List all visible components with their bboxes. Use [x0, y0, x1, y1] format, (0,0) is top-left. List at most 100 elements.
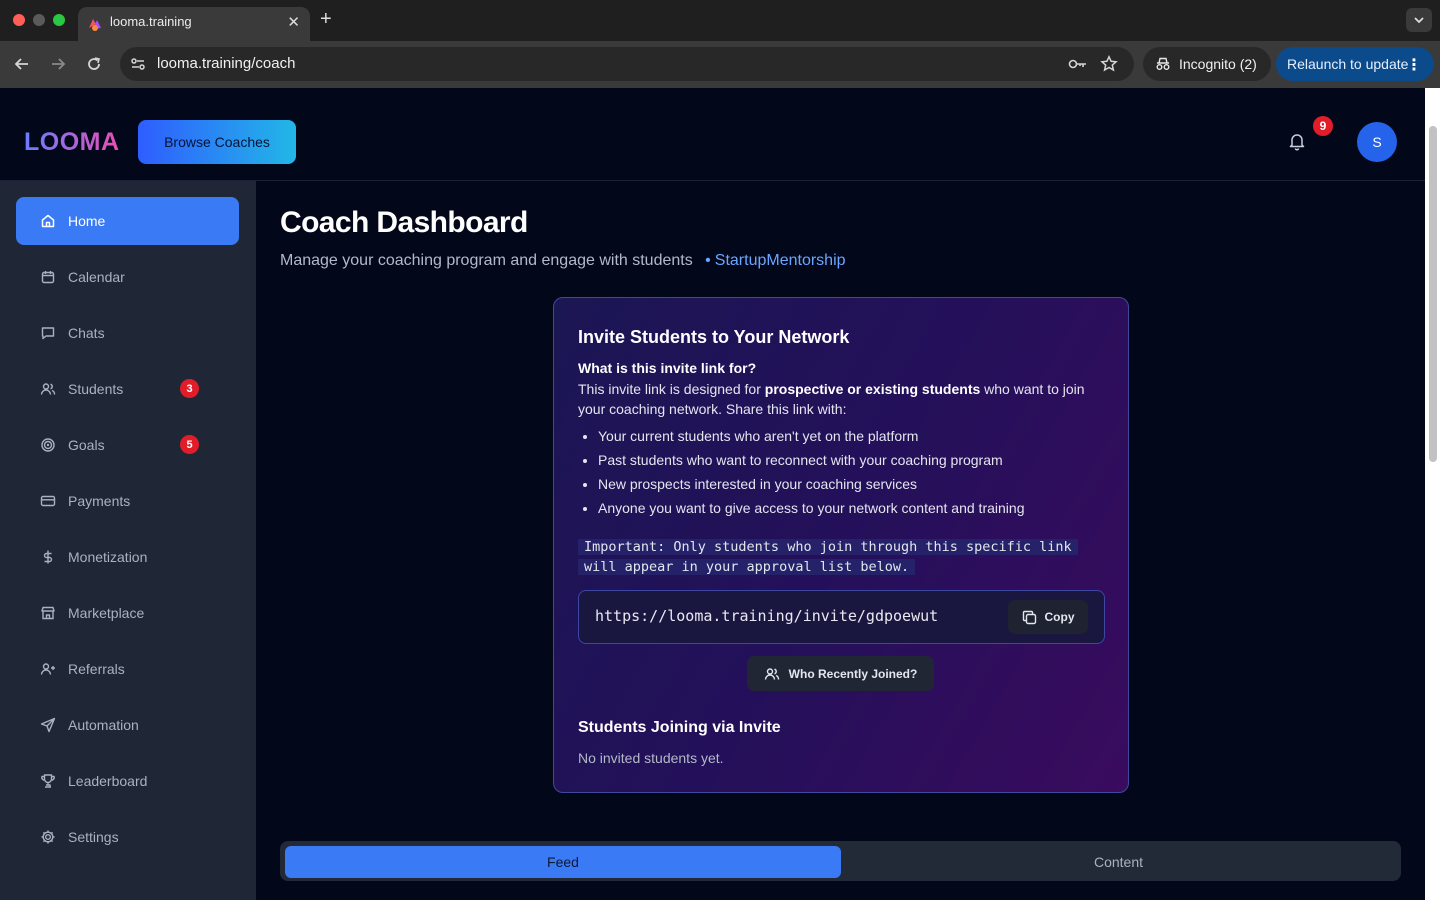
program-tag[interactable]: • StartupMentorship: [697, 252, 845, 269]
copy-label: Copy: [1044, 610, 1075, 624]
invite-card-title: Invite Students to Your Network: [578, 327, 850, 347]
relaunch-button[interactable]: Relaunch to update ⋮: [1276, 47, 1434, 81]
tab-close-icon[interactable]: ✕: [287, 13, 300, 31]
incognito-indicator[interactable]: Incognito (2): [1143, 47, 1271, 81]
chevron-down-icon: [1414, 17, 1424, 24]
sidebar-item-label: Goals: [68, 437, 105, 453]
list-item: Anyone you want to give access to your n…: [598, 498, 1108, 522]
back-icon[interactable]: [12, 54, 32, 74]
invite-desc-text: This invite link is designed for: [578, 381, 765, 397]
sidebar-item-label: Calendar: [68, 269, 125, 285]
joining-empty-state: No invited students yet.: [578, 750, 724, 766]
store-icon: [40, 605, 56, 621]
user-avatar[interactable]: S: [1357, 122, 1397, 162]
tab-search-button[interactable]: [1406, 8, 1432, 32]
site-settings-icon[interactable]: [129, 55, 147, 73]
users-icon: [40, 381, 56, 397]
browser-toolbar: looma.training/coach Incognito (2) Relau…: [0, 41, 1440, 88]
send-icon: [40, 717, 56, 733]
browser-tab-title: looma.training: [110, 14, 192, 29]
sidebar-item-label: Automation: [68, 717, 139, 733]
forward-icon[interactable]: [48, 54, 68, 74]
invite-card: Invite Students to Your Network What is …: [553, 297, 1129, 793]
relaunch-label: Relaunch to update: [1287, 56, 1409, 72]
reload-icon[interactable]: [84, 54, 104, 74]
sidebar-item-calendar[interactable]: Calendar: [16, 253, 239, 301]
incognito-label: Incognito (2): [1179, 56, 1257, 72]
address-bar-url: looma.training/coach: [157, 55, 296, 72]
sidebar-item-referrals[interactable]: Referrals: [16, 645, 239, 693]
tab-feed[interactable]: Feed: [285, 846, 841, 878]
page-subtitle: Manage your coaching program and engage …: [280, 252, 846, 270]
sidebar-item-monetization[interactable]: Monetization: [16, 533, 239, 581]
sidebar-item-label: Students: [68, 381, 124, 397]
sidebar-item-settings[interactable]: Settings: [16, 813, 239, 861]
goals-count-badge: 5: [180, 435, 199, 454]
sidebar-item-goals[interactable]: Goals 5: [16, 421, 239, 469]
sidebar-item-label: Monetization: [68, 549, 148, 565]
incognito-icon: [1156, 57, 1170, 70]
sidebar: Home Calendar Chats Students 3 Goals 5 P…: [0, 181, 256, 900]
more-vertical-icon[interactable]: ⋮: [1406, 55, 1422, 75]
invite-link-box: https://looma.training/invite/gdpoewut C…: [578, 590, 1105, 644]
window-close-button[interactable]: [13, 14, 25, 26]
sidebar-item-marketplace[interactable]: Marketplace: [16, 589, 239, 637]
looma-favicon-icon: [89, 19, 101, 31]
page-scrollbar-thumb[interactable]: [1429, 126, 1437, 462]
important-note-text: Important: Only students who join throug…: [578, 539, 1078, 575]
target-icon: [40, 437, 56, 453]
invite-description: This invite link is designed for prospec…: [578, 379, 1113, 419]
new-tab-icon[interactable]: +: [320, 8, 332, 31]
list-item: Your current students who aren't yet on …: [598, 426, 1108, 450]
page-subtitle-text: Manage your coaching program and engage …: [280, 252, 693, 269]
browser-tab[interactable]: looma.training ✕: [78, 7, 310, 41]
invite-desc-bold: prospective or existing students: [764, 381, 981, 397]
sidebar-item-label: Referrals: [68, 661, 125, 677]
sidebar-item-label: Chats: [68, 325, 105, 341]
password-key-icon[interactable]: [1068, 56, 1088, 72]
feed-content-tabs: Feed Content: [280, 841, 1401, 881]
copy-link-button[interactable]: Copy: [1008, 600, 1088, 634]
browser-tabstrip: looma.training ✕ +: [0, 0, 1440, 41]
home-icon: [40, 213, 56, 229]
dollar-icon: [40, 549, 56, 565]
tab-content[interactable]: Content: [841, 846, 1396, 878]
bookmark-star-icon[interactable]: [1100, 55, 1118, 73]
list-item: New prospects interested in your coachin…: [598, 474, 1108, 498]
recently-joined-label: Who Recently Joined?: [788, 666, 918, 681]
page-title: Coach Dashboard: [280, 206, 528, 239]
invite-link-url[interactable]: https://looma.training/invite/gdpoewut: [595, 607, 938, 625]
app-header: LOOMA Browse Coaches 9 S: [0, 88, 1425, 181]
sidebar-item-label: Settings: [68, 829, 119, 845]
window-zoom-button[interactable]: [53, 14, 65, 26]
gear-icon: [40, 829, 56, 845]
sidebar-item-automation[interactable]: Automation: [16, 701, 239, 749]
invite-audience-list: Your current students who aren't yet on …: [598, 426, 1108, 522]
sidebar-item-label: Leaderboard: [68, 773, 148, 789]
invite-question: What is this invite link for?: [578, 360, 757, 376]
sidebar-item-payments[interactable]: Payments: [16, 477, 239, 525]
sidebar-item-label: Home: [68, 213, 106, 229]
calendar-icon: [40, 269, 56, 285]
window-minimize-button[interactable]: [33, 14, 45, 26]
notification-badge: 9: [1313, 116, 1333, 136]
sidebar-item-label: Payments: [68, 493, 131, 509]
user-plus-icon: [40, 661, 56, 677]
sidebar-item-chats[interactable]: Chats: [16, 309, 239, 357]
sidebar-item-home[interactable]: Home: [16, 197, 239, 245]
users-icon: [764, 667, 779, 680]
recently-joined-button[interactable]: Who Recently Joined?: [747, 656, 934, 691]
sidebar-item-leaderboard[interactable]: Leaderboard: [16, 757, 239, 805]
sidebar-item-students[interactable]: Students 3: [16, 365, 239, 413]
browse-coaches-button[interactable]: Browse Coaches: [138, 120, 296, 164]
important-note: Important: Only students who join throug…: [578, 537, 1103, 577]
list-item: Past students who want to reconnect with…: [598, 450, 1108, 474]
looma-logo[interactable]: LOOMA: [24, 128, 120, 157]
chat-icon: [40, 325, 56, 341]
students-count-badge: 3: [180, 379, 199, 398]
address-bar[interactable]: looma.training/coach: [120, 47, 1134, 81]
bell-icon[interactable]: [1287, 131, 1307, 151]
card-icon: [40, 493, 56, 509]
trophy-icon: [40, 773, 56, 789]
copy-icon: [1022, 610, 1036, 624]
